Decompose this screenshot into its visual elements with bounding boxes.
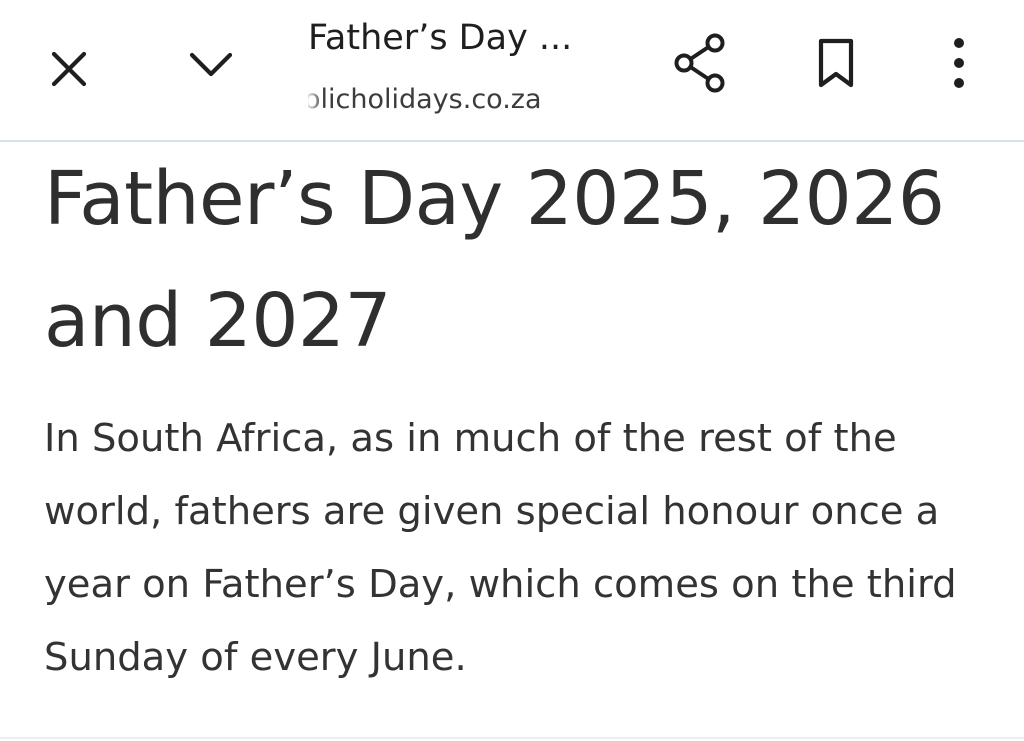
article-content: Father’s Day 2025, 2026 and 2027 In Sout… (44, 142, 1004, 694)
page-title-area[interactable]: Father’s Day ... olicholidays.co.za (308, 14, 648, 124)
article-headline: Father’s Day 2025, 2026 and 2027 (44, 156, 945, 364)
page-title: Father’s Day ... (308, 18, 573, 58)
chevron-down-icon (189, 52, 233, 77)
divider (0, 737, 1024, 739)
share-button[interactable] (668, 30, 734, 96)
share-icon (674, 33, 725, 93)
close-icon (51, 51, 87, 87)
page-url-text: olicholidays.co.za (308, 84, 542, 115)
more-options-button[interactable] (934, 30, 984, 96)
close-button[interactable] (38, 38, 100, 100)
article-paragraph: In South Africa, as in much of the rest … (44, 416, 957, 680)
minimize-button[interactable] (180, 36, 242, 92)
page-url: olicholidays.co.za (308, 84, 648, 115)
bookmark-icon (818, 38, 854, 88)
browser-toolbar: Father’s Day ... olicholidays.co.za (0, 0, 1024, 142)
bookmark-button[interactable] (806, 30, 866, 96)
more-vertical-icon (954, 38, 964, 88)
